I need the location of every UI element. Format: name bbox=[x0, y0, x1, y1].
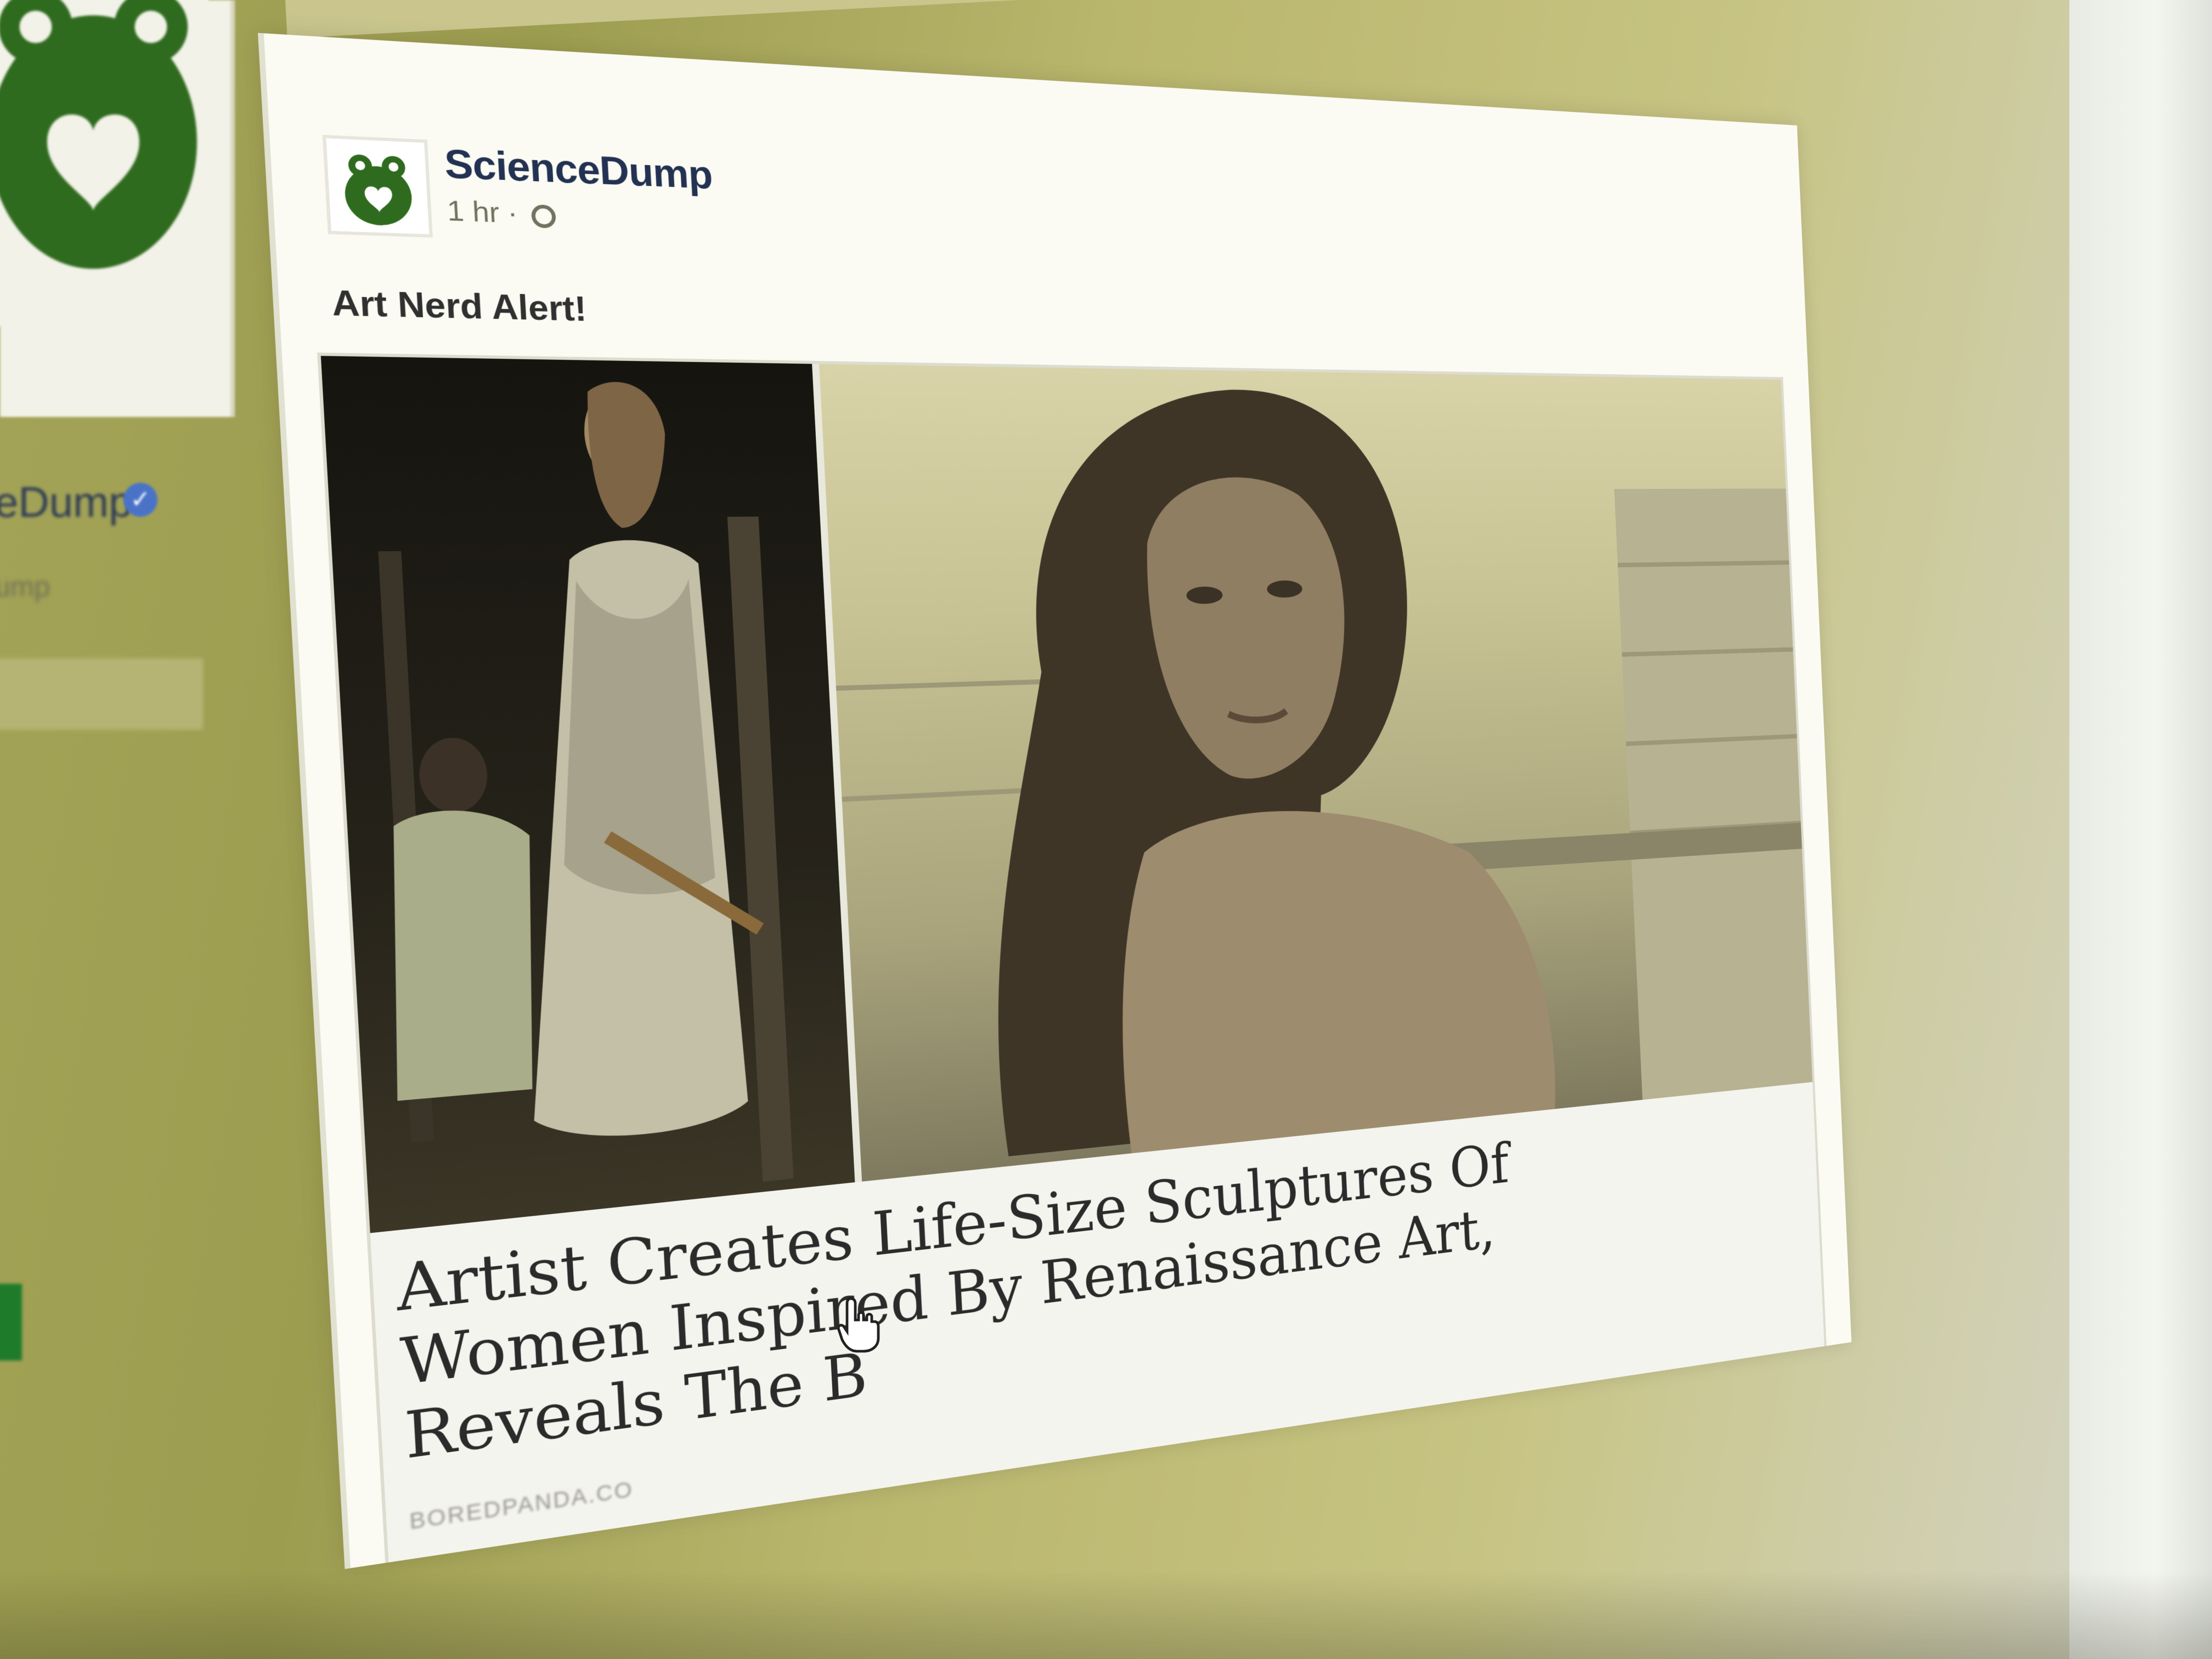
post-header: ScienceDump 1 hr · bbox=[320, 97, 1665, 308]
link-preview-source: BOREDPANDA.CO bbox=[409, 1476, 634, 1534]
link-preview-card[interactable]: Artist Creates Life-Size Sculptures Of W… bbox=[317, 352, 1827, 1570]
author-avatar[interactable] bbox=[322, 134, 433, 238]
monitor-bezel bbox=[2069, 0, 2212, 1659]
post-time[interactable]: 1 hr · bbox=[446, 195, 518, 229]
hand-pointer-cursor-icon bbox=[837, 1297, 880, 1353]
sculpture-portrait-photo bbox=[819, 364, 1813, 1182]
feed-area: ScienceDump 1 hr · Art Nerd Alert! Artis… bbox=[0, 0, 2212, 1659]
feed-post: ScienceDump 1 hr · Art Nerd Alert! Artis… bbox=[258, 33, 1852, 1570]
post-timestamp[interactable]: 1 hr · bbox=[446, 194, 557, 231]
post-author-name[interactable]: ScienceDump bbox=[443, 140, 713, 198]
sculpture-studio-photo bbox=[320, 356, 855, 1233]
globe-icon bbox=[531, 204, 557, 229]
post-message: Art Nerd Alert! bbox=[330, 283, 588, 329]
frog-avatar-icon bbox=[326, 138, 430, 234]
link-preview-image[interactable] bbox=[320, 356, 1813, 1233]
bottom-shadow bbox=[0, 1571, 2212, 1659]
